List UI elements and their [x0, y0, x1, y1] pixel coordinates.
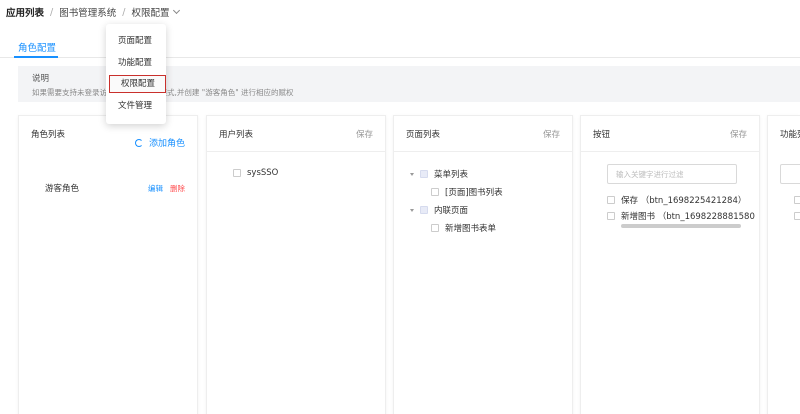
menu-item-file-management[interactable]: 文件管理	[106, 97, 166, 115]
role-row[interactable]: 游客角色 编辑 删除	[45, 182, 185, 196]
buttons-panel-title: 按钮	[593, 130, 611, 140]
button-label: 新增图书 （btn_1698228881580	[621, 212, 755, 222]
pages-panel-header: 页面列表 保存	[394, 116, 572, 152]
tab-role-config[interactable]: 角色配置	[18, 40, 56, 54]
function-checkbox[interactable]	[794, 196, 800, 204]
notice-title: 说明	[32, 74, 50, 84]
button-checkbox[interactable]	[607, 196, 615, 204]
tree-node-inline-pages[interactable]: 内联页面	[410, 204, 468, 216]
pages-save-button[interactable]: 保存	[543, 128, 560, 140]
tree-checkbox[interactable]	[431, 224, 439, 232]
buttons-panel: 按钮 保存 保存 （btn_1698225421284） 新增图书 （btn_1…	[580, 115, 760, 414]
users-panel: 用户列表 保存 sysSSO	[206, 115, 386, 414]
caret-down-icon[interactable]	[410, 172, 414, 176]
pages-panel: 页面列表 保存 菜单列表 [页面]图书列表 内联页面 新增图书表单	[393, 115, 573, 414]
button-item[interactable]: 新增图书 （btn_1698228881580	[607, 210, 755, 222]
roles-panel: 角色列表 添加角色 游客角色 编辑 删除	[18, 115, 198, 414]
tab-active-indicator	[14, 56, 58, 58]
horizontal-scrollbar[interactable]	[621, 224, 741, 228]
button-item[interactable]: 保存 （btn_1698225421284）	[607, 194, 746, 206]
chevron-down-icon	[173, 6, 181, 15]
button-label: 保存 （btn_1698225421284）	[621, 196, 747, 206]
function-checkbox[interactable]	[794, 212, 800, 220]
functions-panel-title: 功能列	[780, 130, 800, 140]
functions-filter-input[interactable]	[780, 164, 800, 184]
breadcrumb-current-label: 权限配置	[131, 8, 170, 19]
tree-checkbox[interactable]	[431, 188, 439, 196]
tree-node-label: 新增图书表单	[445, 224, 497, 234]
breadcrumb-root[interactable]: 应用列表	[6, 5, 44, 19]
add-role-label: 添加角色	[148, 139, 185, 149]
delete-role-link[interactable]: 删除	[170, 183, 185, 194]
tree-node-label: 内联页面	[434, 206, 469, 216]
buttons-save-button[interactable]: 保存	[730, 128, 747, 140]
users-panel-title: 用户列表	[219, 130, 254, 140]
tree-checkbox[interactable]	[420, 206, 428, 214]
tree-node-book-list-page[interactable]: [页面]图书列表	[431, 186, 503, 198]
refresh-icon	[134, 138, 143, 147]
tree-node-label: [页面]图书列表	[445, 188, 503, 198]
buttons-panel-header: 按钮 保存	[581, 116, 759, 152]
edit-role-link[interactable]: 编辑	[148, 183, 163, 194]
breadcrumb-separator: /	[50, 6, 54, 18]
user-checkbox[interactable]	[233, 169, 241, 177]
tree-node-add-book-form[interactable]: 新增图书表单	[431, 222, 496, 234]
role-name: 游客角色	[45, 184, 80, 194]
filter-input[interactable]	[607, 164, 737, 184]
button-checkbox[interactable]	[607, 212, 615, 220]
roles-panel-title: 角色列表	[31, 130, 66, 140]
users-save-button[interactable]: 保存	[356, 128, 373, 140]
users-panel-header: 用户列表 保存	[207, 116, 385, 152]
menu-item-page-config[interactable]: 页面配置	[106, 32, 166, 50]
pages-panel-title: 页面列表	[406, 130, 441, 140]
breadcrumb: 应用列表 / 图书管理系统 / 权限配置	[6, 5, 181, 19]
add-role-button[interactable]: 添加角色	[134, 136, 185, 149]
menu-item-permission-config[interactable]: 权限配置	[109, 75, 166, 93]
breadcrumb-separator: /	[122, 6, 126, 18]
functions-panel: 功能列	[767, 115, 800, 414]
tree-node-label: 菜单列表	[434, 170, 469, 180]
breadcrumb-app[interactable]: 图书管理系统	[59, 5, 116, 19]
breadcrumb-current-dropdown[interactable]: 权限配置	[131, 5, 181, 19]
breadcrumb-dropdown-menu: 页面配置 功能配置 权限配置 文件管理	[106, 24, 166, 124]
menu-item-function-config[interactable]: 功能配置	[106, 54, 166, 72]
tree-node-menu-list[interactable]: 菜单列表	[410, 168, 468, 180]
tree-checkbox[interactable]	[420, 170, 428, 178]
user-label: sysSSO	[247, 168, 279, 178]
caret-down-icon[interactable]	[410, 208, 414, 212]
user-item[interactable]: sysSSO	[233, 168, 278, 178]
